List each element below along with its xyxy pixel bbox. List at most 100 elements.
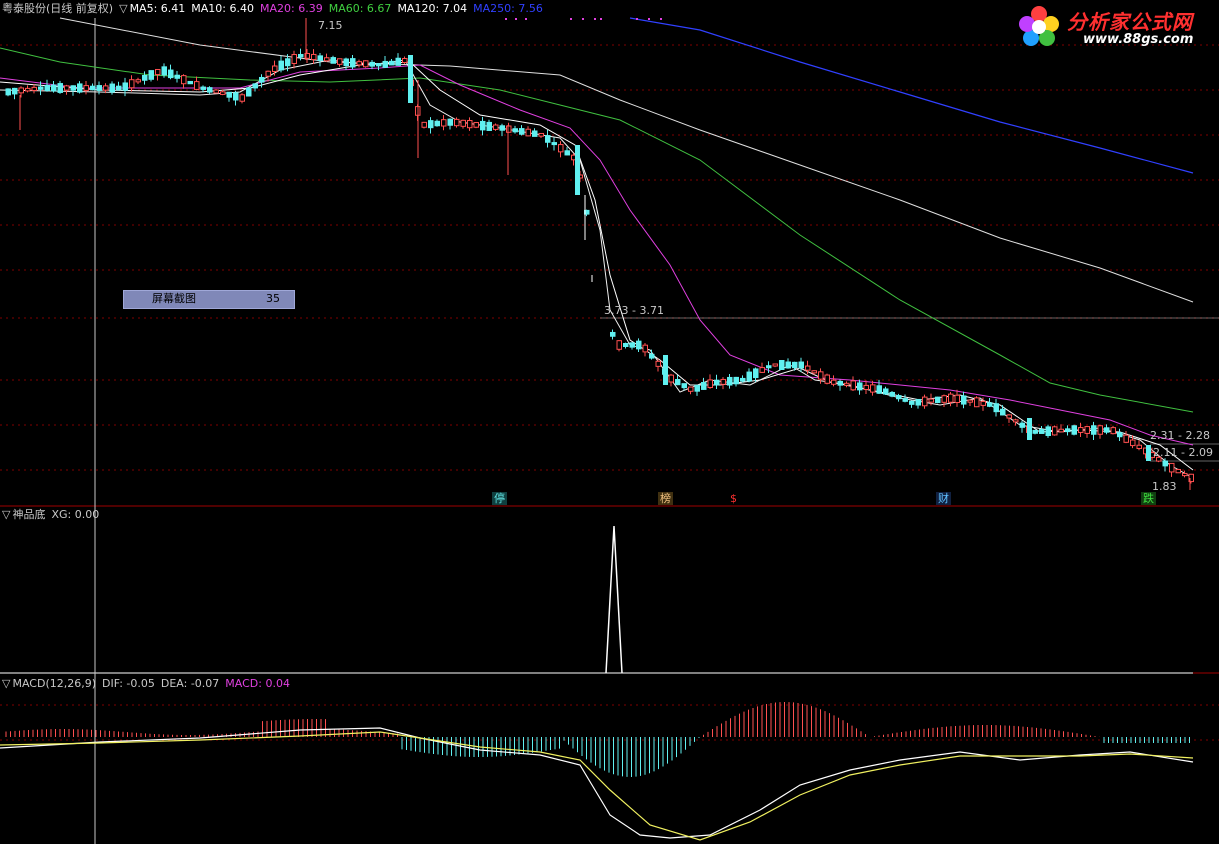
marker-dollar[interactable]: $ (728, 492, 739, 505)
candle-body (1175, 469, 1181, 474)
candle-body (772, 363, 778, 367)
candle-body (174, 74, 180, 79)
candle-body (350, 58, 356, 68)
candle-body (876, 385, 882, 394)
candle-body (480, 120, 486, 131)
candle-body (1000, 408, 1006, 416)
candle-body (194, 81, 200, 90)
ma20-line (0, 64, 1194, 446)
candle-body (1027, 418, 1032, 440)
marker-rank[interactable]: 榜 (658, 492, 673, 505)
candle-body (681, 383, 687, 389)
candle-body (941, 395, 947, 403)
candle-body (389, 60, 395, 66)
candle-body (1136, 444, 1142, 450)
candle-body (376, 63, 382, 67)
screenshot-box[interactable]: 屏幕截图 35 (123, 290, 295, 309)
signal-dot (582, 18, 584, 20)
marker-finance[interactable]: 财 (936, 492, 951, 505)
candle-body (525, 128, 531, 137)
candle-body (792, 361, 798, 369)
candle-body (727, 376, 733, 386)
signal-dot (525, 18, 527, 20)
macd-name: MACD(12,26,9) (12, 677, 97, 690)
candle-body (954, 394, 960, 404)
candle-body (148, 70, 154, 80)
candle-body (967, 399, 973, 403)
candle-body (187, 80, 193, 85)
candle-body (642, 344, 648, 353)
candle-body (168, 69, 174, 79)
candle-body (909, 400, 915, 405)
candle-body (837, 380, 843, 386)
signal-dot (515, 18, 517, 20)
candle-body (1006, 414, 1012, 419)
candle-body (512, 128, 518, 133)
candle-body (668, 374, 674, 383)
candle-body (857, 382, 863, 391)
candle-body (935, 396, 941, 404)
candle-body (1091, 425, 1097, 435)
ma-arrow-icon[interactable]: ▽ (119, 2, 127, 15)
candle-body (883, 388, 889, 395)
candle-body (1097, 425, 1103, 435)
candle-body (109, 83, 115, 93)
candle-body (64, 85, 70, 91)
candle-body (239, 94, 245, 102)
macd-arrow-icon[interactable]: ▽ (2, 677, 10, 690)
candle-body (993, 403, 999, 413)
high-price-label: 7.15 (318, 19, 343, 32)
candle-body (272, 65, 278, 72)
candle-body (460, 119, 466, 127)
candle-body (519, 128, 525, 135)
candle-body (902, 398, 908, 402)
candle-body (610, 331, 616, 337)
candle-body (356, 61, 362, 66)
candle-body (694, 384, 700, 392)
flower-icon (1019, 6, 1059, 46)
candle-body (324, 57, 330, 62)
screenshot-label: 屏幕截图 (152, 292, 196, 305)
candle-body (1045, 426, 1051, 437)
candle-body (181, 75, 187, 85)
candle-body (486, 121, 492, 131)
candle-body (575, 145, 580, 195)
candle-body (233, 92, 239, 101)
candle-body (889, 391, 895, 397)
candle-body (447, 118, 453, 126)
screenshot-value: 35 (266, 292, 280, 305)
candle-body (467, 119, 473, 129)
candle-body (785, 361, 791, 369)
range2-label: 2.31 - 2.28 (1150, 429, 1210, 442)
candle-body (1130, 439, 1136, 447)
candle-body (987, 402, 993, 407)
signal-dot (600, 18, 602, 20)
candle-body (798, 361, 804, 369)
candle-body (129, 79, 135, 89)
candle-body (701, 382, 707, 390)
macd-dea: DEA: -0.07 (160, 677, 220, 690)
stock-chart[interactable] (0, 0, 1219, 844)
ma5-value: MA5: 6.41 (129, 2, 186, 15)
candle-body (1019, 422, 1025, 428)
candle-body (766, 365, 772, 369)
candle-body (161, 66, 167, 76)
indicator1-arrow-icon[interactable]: ▽ (2, 508, 10, 521)
candle-body (720, 378, 726, 385)
main-header: 粤泰股份(日线 前复权) ▽ MA5: 6.41 MA10: 6.40 MA20: 6.… (2, 2, 549, 16)
candle-body (896, 395, 902, 400)
marker-stop[interactable]: 停 (492, 492, 507, 505)
candle-body (434, 120, 440, 127)
candle-body (473, 122, 479, 128)
candle-body (408, 55, 413, 103)
signal-dot (570, 18, 572, 20)
candle-body (733, 376, 739, 385)
candle-body (207, 87, 213, 93)
marker-fall[interactable]: 跌 (1141, 492, 1156, 505)
site-logo: 分析家公式网 www.88gs.com (1015, 2, 1215, 52)
candle-body (506, 125, 512, 133)
ma120-line (59, 17, 1194, 303)
candle-body (928, 398, 934, 403)
candle-body (499, 125, 505, 131)
candle-body (746, 371, 752, 382)
